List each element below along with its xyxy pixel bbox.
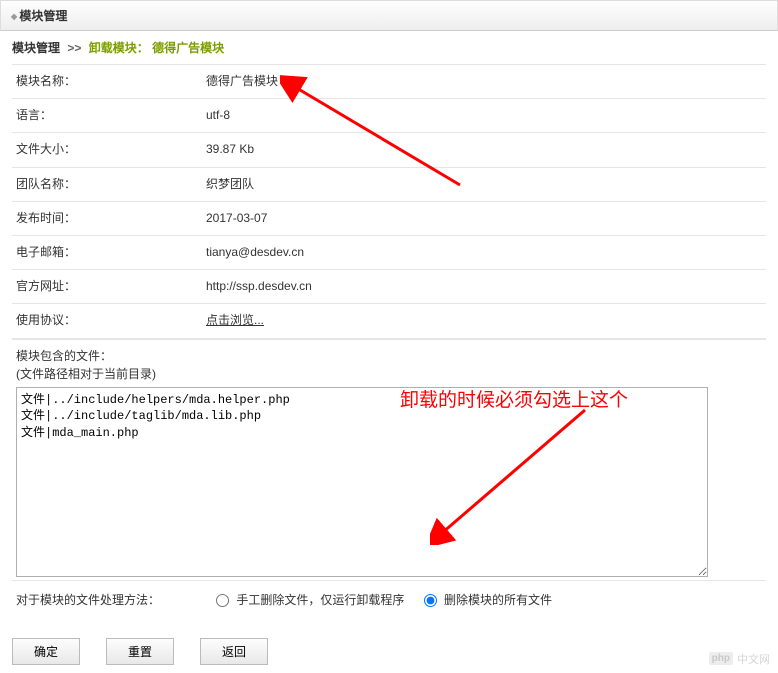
row-filesize: 文件大小： 39.87 Kb	[12, 132, 766, 166]
breadcrumb-sep: >>	[67, 41, 81, 55]
ok-button[interactable]: 确定	[12, 638, 80, 665]
label-filesize: 文件大小：	[16, 140, 206, 159]
row-date: 发布时间： 2017-03-07	[12, 201, 766, 235]
label-language: 语言：	[16, 106, 206, 125]
label-date: 发布时间：	[16, 209, 206, 228]
value-email: tianya@desdev.cn	[206, 243, 762, 262]
radio-option-delete-all[interactable]: 删除模块的所有文件	[424, 593, 552, 607]
value-date: 2017-03-07	[206, 209, 762, 228]
radio-option-manual[interactable]: 手工删除文件，仅运行卸载程序	[216, 593, 408, 607]
row-file-handling: 对于模块的文件处理方法： 手工删除文件，仅运行卸载程序 删除模块的所有文件	[12, 580, 766, 618]
value-team: 织梦团队	[206, 175, 762, 194]
label-license: 使用协议：	[16, 311, 206, 330]
breadcrumb-module: 德得广告模块	[152, 41, 224, 55]
row-url: 官方网址： http://ssp.desdev.cn	[12, 269, 766, 303]
value-language: utf-8	[206, 106, 762, 125]
back-button[interactable]: 返回	[200, 638, 268, 665]
files-label-line2: (文件路径相对于当前目录)	[16, 365, 762, 383]
radio-manual-input[interactable]	[216, 594, 229, 607]
value-filesize: 39.87 Kb	[206, 140, 762, 159]
row-language: 语言： utf-8	[12, 98, 766, 132]
breadcrumb-page: 卸载模块：	[89, 41, 149, 55]
link-license-view[interactable]: 点击浏览...	[206, 313, 264, 327]
label-url: 官方网址：	[16, 277, 206, 296]
label-module-name: 模块名称：	[16, 72, 206, 91]
row-module-name: 模块名称： 德得广告模块	[12, 64, 766, 98]
watermark: php 中文网	[709, 651, 770, 667]
radio-delete-all-input[interactable]	[424, 594, 437, 607]
breadcrumb-root[interactable]: 模块管理	[12, 41, 60, 55]
files-label-line1: 模块包含的文件：	[16, 347, 762, 365]
files-section-label: 模块包含的文件： (文件路径相对于当前目录)	[12, 339, 766, 387]
radio-manual-text: 手工删除文件，仅运行卸载程序	[236, 593, 404, 607]
label-email: 电子邮箱：	[16, 243, 206, 262]
page-header: 模块管理	[0, 0, 778, 31]
label-file-handling: 对于模块的文件处理方法：	[16, 591, 216, 608]
row-license: 使用协议： 点击浏览...	[12, 303, 766, 338]
value-module-name: 德得广告模块	[206, 72, 762, 91]
page-title: 模块管理	[19, 9, 67, 23]
row-email: 电子邮箱： tianya@desdev.cn	[12, 235, 766, 269]
row-team: 团队名称： 织梦团队	[12, 167, 766, 201]
button-row: 确定 重置 返回	[0, 630, 778, 673]
value-url: http://ssp.desdev.cn	[206, 277, 762, 296]
breadcrumb: 模块管理 >> 卸载模块： 德得广告模块	[0, 31, 778, 64]
watermark-text: 中文网	[737, 651, 770, 667]
watermark-badge: php	[709, 652, 733, 665]
files-textarea[interactable]	[16, 387, 708, 577]
reset-button[interactable]: 重置	[106, 638, 174, 665]
radio-delete-all-text: 删除模块的所有文件	[444, 593, 552, 607]
label-team: 团队名称：	[16, 175, 206, 194]
